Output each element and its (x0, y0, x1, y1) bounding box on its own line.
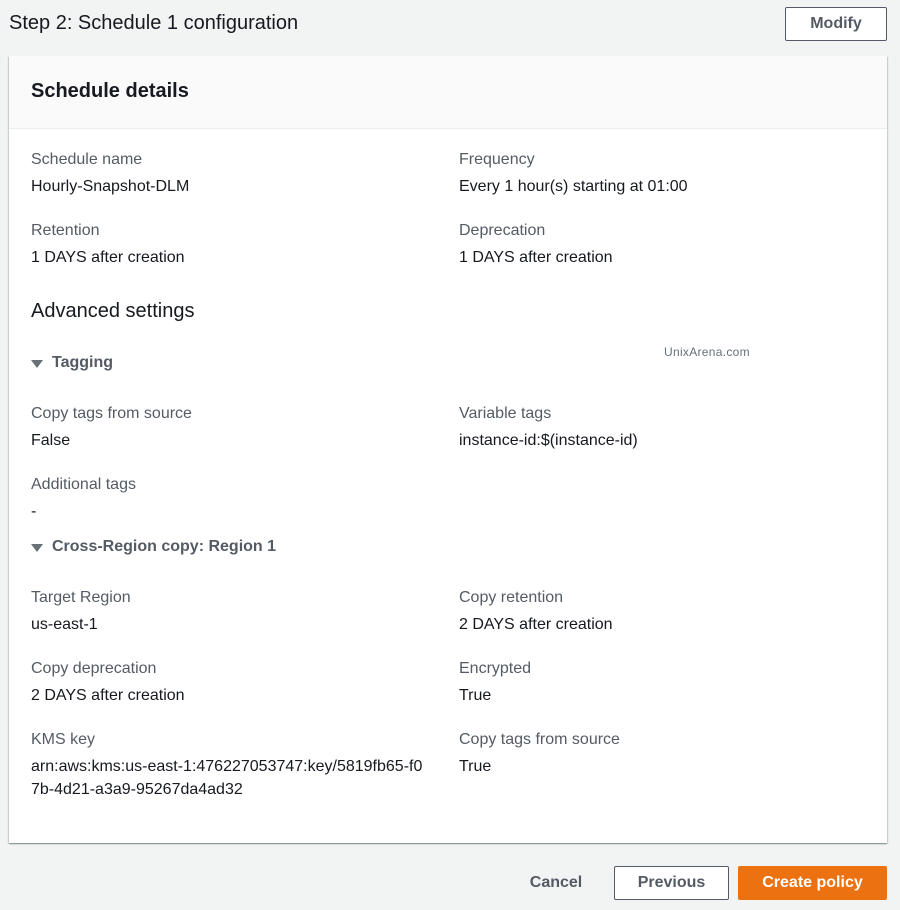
frequency-value: Every 1 hour(s) starting at 01:00 (459, 178, 688, 195)
caret-down-icon (31, 359, 43, 368)
deprecation-field: Deprecation 1 DAYS after creation (459, 221, 859, 269)
cross-region-label: Cross-Region copy: Region 1 (52, 538, 277, 555)
encrypted-value: True (459, 687, 492, 704)
copy-tags-source-field: Copy tags from source True (459, 730, 859, 778)
cancel-button[interactable]: Cancel (515, 866, 597, 900)
schedule-name-value: Hourly-Snapshot-DLM (31, 178, 190, 195)
copy-tags-field: Copy tags from source False (31, 404, 431, 452)
variable-tags-value: instance-id:$(instance-id) (459, 432, 638, 449)
target-region-label: Target Region (31, 589, 131, 606)
watermark: UnixArena.com (664, 345, 750, 359)
copy-retention-label: Copy retention (459, 589, 564, 606)
target-region-value: us-east-1 (31, 616, 98, 633)
schedule-name-field: Schedule name Hourly-Snapshot-DLM (31, 150, 431, 198)
variable-tags-label: Variable tags (459, 405, 552, 422)
cross-region-expander[interactable]: Cross-Region copy: Region 1 (31, 538, 276, 556)
deprecation-label: Deprecation (459, 222, 546, 239)
tagging-label: Tagging (52, 354, 114, 371)
advanced-settings-title: Advanced settings (31, 300, 195, 322)
panel-title: Schedule details (31, 80, 189, 102)
encrypted-label: Encrypted (459, 660, 532, 677)
copy-retention-value: 2 DAYS after creation (459, 616, 613, 633)
step-header: Step 2: Schedule 1 configuration Modify (9, 0, 889, 48)
create-policy-button[interactable]: Create policy (738, 866, 887, 900)
kms-key-label: KMS key (31, 731, 96, 748)
additional-tags-label: Additional tags (31, 476, 136, 493)
previous-button[interactable]: Previous (614, 866, 729, 900)
frequency-field: Frequency Every 1 hour(s) starting at 01… (459, 150, 859, 198)
copy-deprecation-label: Copy deprecation (31, 660, 157, 677)
copy-tags-value: False (31, 432, 71, 449)
modify-button[interactable]: Modify (785, 7, 887, 41)
retention-label: Retention (31, 222, 100, 239)
target-region-field: Target Region us-east-1 (31, 588, 431, 636)
schedule-details-panel: Schedule details Schedule name Hourly-Sn… (9, 56, 887, 843)
tagging-expander[interactable]: Tagging (31, 354, 113, 372)
wizard-footer: Cancel Previous Create policy (0, 843, 900, 910)
kms-key-field: KMS key arn:aws:kms:us-east-1:4762270537… (31, 730, 431, 801)
variable-tags-field: Variable tags instance-id:$(instance-id) (459, 404, 859, 452)
copy-deprecation-value: 2 DAYS after creation (31, 687, 185, 704)
copy-deprecation-field: Copy deprecation 2 DAYS after creation (31, 659, 431, 707)
kms-key-value: arn:aws:kms:us-east-1:476227053747:key/5… (31, 758, 423, 798)
caret-down-icon (31, 543, 43, 552)
copy-tags-source-label: Copy tags from source (459, 731, 620, 748)
schedule-name-label: Schedule name (31, 151, 143, 168)
additional-tags-field: Additional tags - (31, 475, 431, 523)
retention-field: Retention 1 DAYS after creation (31, 221, 431, 269)
panel-header: Schedule details (9, 56, 887, 129)
copy-tags-label: Copy tags from source (31, 405, 192, 422)
deprecation-value: 1 DAYS after creation (459, 249, 613, 266)
copy-tags-source-value: True (459, 758, 492, 775)
step-title: Step 2: Schedule 1 configuration (9, 12, 299, 34)
retention-value: 1 DAYS after creation (31, 249, 185, 266)
copy-retention-field: Copy retention 2 DAYS after creation (459, 588, 859, 636)
frequency-label: Frequency (459, 151, 535, 168)
encrypted-field: Encrypted True (459, 659, 859, 707)
additional-tags-value: - (31, 503, 37, 520)
